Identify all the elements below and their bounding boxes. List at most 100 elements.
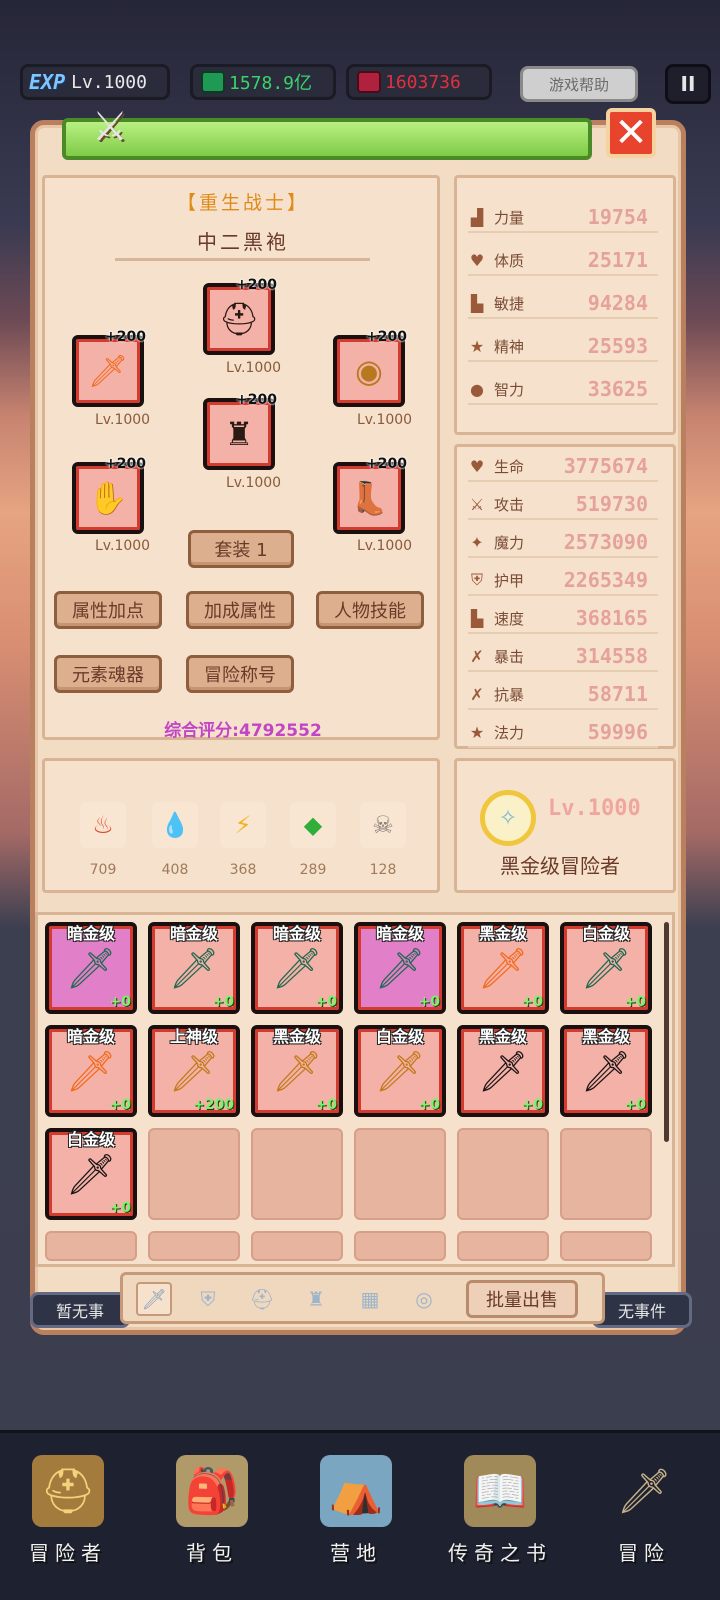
ring-tab-icon: ◎: [415, 1287, 433, 1311]
tab-chest[interactable]: ♜: [298, 1282, 334, 1316]
flame-sword-icon: 🗡: [65, 1048, 117, 1095]
level-box: EXP Lv.1000: [20, 64, 170, 100]
enhance-level: +200: [366, 456, 407, 472]
green-sword-icon: 🗡: [580, 945, 632, 992]
bonus-attributes-button[interactable]: 加成属性: [186, 591, 294, 629]
close-button[interactable]: ✕: [606, 108, 656, 158]
black-gloves-icon: ✋: [88, 479, 128, 517]
chest-tab-icon: ♜: [307, 1287, 325, 1311]
nav-camp[interactable]: ⛺ 营地: [296, 1455, 416, 1595]
currency-box-red: 1603736: [346, 64, 492, 100]
star-icon: ★: [469, 336, 485, 356]
enhance-level: +200: [366, 329, 407, 345]
dark-sword-icon: 🗡: [477, 1048, 529, 1095]
event-status-right: 无事件: [592, 1292, 692, 1328]
tab-armor[interactable]: ⛨: [190, 1282, 226, 1316]
star-icon: ★: [469, 722, 485, 742]
crossed-swords-icon: ⚔: [92, 104, 128, 150]
tab-helmet[interactable]: ⛑: [244, 1282, 280, 1316]
equip-level: Lv.1000: [95, 412, 151, 428]
tab-ring[interactable]: ◎: [406, 1282, 442, 1316]
green-sword-icon: 🗡: [374, 945, 426, 992]
inventory-item[interactable]: 🗡 暗金级 +0: [354, 922, 446, 1014]
event-status-left: 暂无事: [30, 1292, 130, 1328]
inventory-empty-slot[interactable]: [560, 1128, 652, 1220]
gold-sword-icon: 🗡: [271, 1048, 323, 1095]
earth-essence-icon: ◆: [290, 802, 336, 848]
inventory-item[interactable]: 🗡 暗金级 +0: [148, 922, 240, 1014]
stat-intelligence: ● 智力 33625: [468, 375, 658, 405]
inventory-empty-slot[interactable]: [457, 1231, 549, 1261]
stat-armor: ⛨ 护甲 2265349: [468, 566, 658, 596]
enhance-level: +200: [105, 329, 146, 345]
flame-sword-icon: 🗡: [477, 945, 529, 992]
helmet-tab-icon: ⛑: [249, 1287, 275, 1311]
attribute-points-button[interactable]: 属性加点: [54, 591, 162, 629]
stat-strength: ▟ 力量 19754: [468, 203, 658, 233]
black-helmet-icon: ⛑: [218, 300, 260, 338]
inventory-empty-slot[interactable]: [560, 1231, 652, 1261]
equip-level: Lv.1000: [226, 475, 282, 491]
equip-slot-weapon[interactable]: 🗡 +200: [72, 329, 146, 407]
fire-essence-icon: ♨: [80, 802, 126, 848]
set-button[interactable]: 套装 1: [188, 530, 294, 568]
tab-pants[interactable]: ▦: [352, 1282, 388, 1316]
green-sword-icon: 🗡: [168, 945, 220, 992]
batch-sell-button[interactable]: 批量出售: [466, 1280, 578, 1318]
resource-value: 128: [369, 862, 397, 878]
nav-adventurer[interactable]: ⛑ 冒险者: [8, 1455, 128, 1595]
inventory-empty-slot[interactable]: [354, 1128, 446, 1220]
shield-icon: ⛨: [470, 570, 483, 589]
resource-value: 408: [161, 862, 189, 878]
crit-icon: ✗: [470, 646, 484, 666]
inventory-empty-slot[interactable]: [457, 1128, 549, 1220]
equip-slot-gloves[interactable]: ✋ +200: [72, 456, 146, 534]
tab-weapons[interactable]: 🗡: [136, 1282, 172, 1316]
player-level: Lv.1000: [71, 71, 147, 93]
inventory-item[interactable]: 🗡 白金级 +0: [560, 922, 652, 1014]
flame-sword-icon: 🗡: [87, 352, 129, 390]
game-help-button[interactable]: 游戏帮助: [520, 66, 638, 102]
sword-tab-icon: 🗡: [141, 1287, 167, 1311]
boot-icon: ▙: [470, 608, 484, 628]
inventory-empty-slot[interactable]: [251, 1128, 343, 1220]
gold-sword-icon: 🗡: [374, 1048, 426, 1095]
equip-slot-armor[interactable]: ♜ +200: [203, 392, 277, 470]
element-soul-button[interactable]: 元素魂器: [54, 655, 162, 693]
nav-legend-book[interactable]: 📖 传奇之书: [440, 1455, 560, 1595]
inventory-item[interactable]: 🗡 暗金级 +0: [251, 922, 343, 1014]
inventory-item[interactable]: 🗡 白金级 +0: [354, 1025, 446, 1117]
pause-button[interactable]: II: [665, 64, 711, 104]
inventory-item[interactable]: 🗡 黑金级 +0: [457, 1025, 549, 1117]
stat-agility: ▙ 敏捷 94284: [468, 289, 658, 319]
bag-icon: 🎒: [176, 1455, 248, 1527]
strength-icon: ▟: [470, 207, 484, 227]
stat-speed: ▙ 速度 368165: [468, 604, 658, 634]
inventory-item[interactable]: 🗡 黑金级 +0: [251, 1025, 343, 1117]
inventory-item[interactable]: 🗡 上神级 +200: [148, 1025, 240, 1117]
round-shield-icon: ◉: [355, 352, 383, 390]
water-essence-icon: 💧: [152, 802, 198, 848]
gold-sword-icon: 🗡: [168, 1048, 220, 1095]
adventure-title-button[interactable]: 冒险称号: [186, 655, 294, 693]
inventory-empty-slot[interactable]: [45, 1231, 137, 1261]
inventory-empty-slot[interactable]: [251, 1231, 343, 1261]
book-icon: 📖: [464, 1455, 536, 1527]
inventory-item[interactable]: 🗡 暗金级 +0: [45, 922, 137, 1014]
inventory-empty-slot[interactable]: [354, 1231, 446, 1261]
inventory-item[interactable]: 🗡 暗金级 +0: [45, 1025, 137, 1117]
inventory-item[interactable]: 🗡 白金级 +0: [45, 1128, 137, 1220]
rank-emblem-icon: ✧: [480, 790, 536, 846]
inventory-empty-slot[interactable]: [148, 1128, 240, 1220]
equip-slot-helmet[interactable]: ⛑ +200: [203, 277, 277, 355]
character-skills-button[interactable]: 人物技能: [316, 591, 424, 629]
nav-backpack[interactable]: 🎒 背包: [152, 1455, 272, 1595]
inventory-item[interactable]: 🗡 黑金级 +0: [457, 922, 549, 1014]
inventory-scrollbar[interactable]: [664, 922, 669, 1142]
inventory-item[interactable]: 🗡 黑金级 +0: [560, 1025, 652, 1117]
nav-adventure[interactable]: 🗡 冒险: [584, 1455, 704, 1595]
equip-slot-boots[interactable]: 👢 +200: [333, 456, 407, 534]
equip-slot-shield[interactable]: ◉ +200: [333, 329, 407, 407]
currency-green-value: 1578.9亿: [229, 73, 313, 94]
inventory-empty-slot[interactable]: [148, 1231, 240, 1261]
